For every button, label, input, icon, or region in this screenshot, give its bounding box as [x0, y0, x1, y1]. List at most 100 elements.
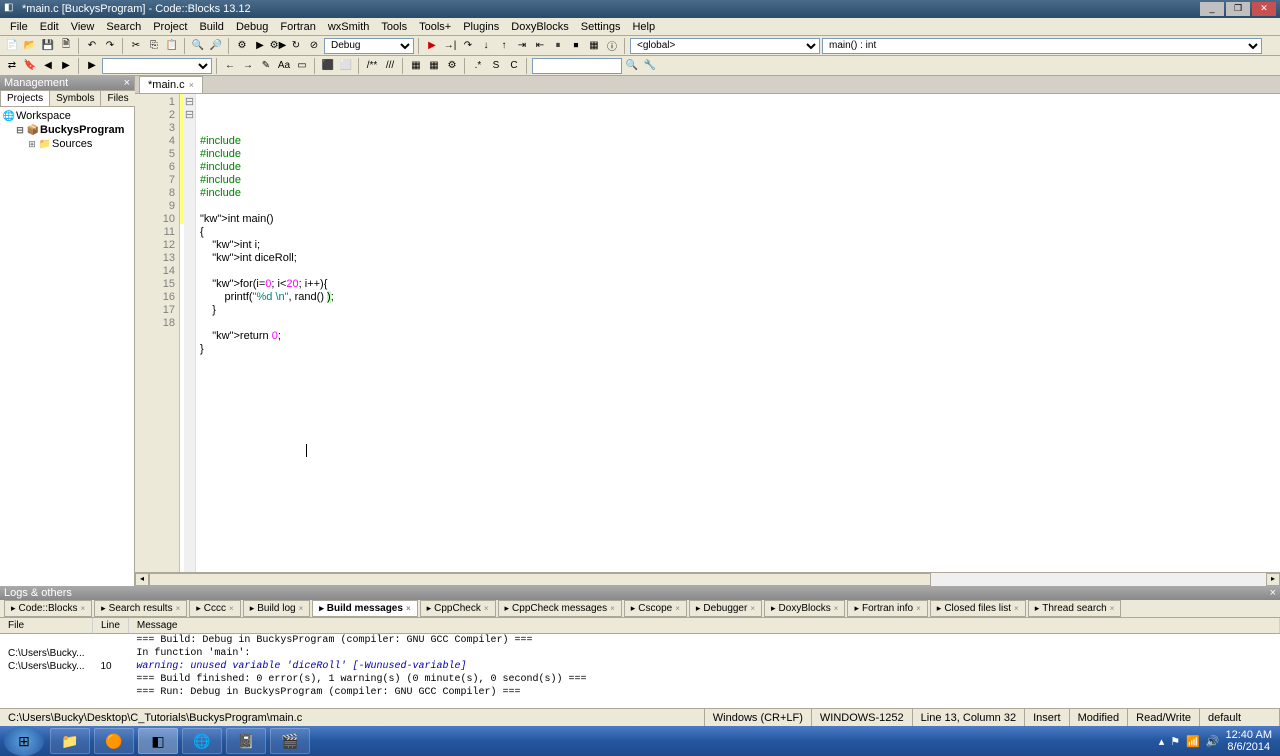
paste-button[interactable]: 📋	[164, 38, 180, 54]
menu-edit[interactable]: Edit	[34, 19, 65, 35]
menu-fortran[interactable]: Fortran	[274, 19, 321, 35]
log-col-file[interactable]: File	[0, 618, 93, 634]
menu-plugins[interactable]: Plugins	[457, 19, 505, 35]
taskbar-mediaplayer[interactable]: 🟠	[94, 728, 134, 754]
log-tab-buildmessages[interactable]: ▸Build messages×	[312, 600, 417, 617]
code-editor[interactable]: 123456789101112131415161718 ⊟⊟ #include …	[135, 94, 1280, 572]
tree-workspace[interactable]: 🌐 Workspace	[2, 109, 132, 123]
menu-build[interactable]: Build	[193, 19, 229, 35]
function-dropdown[interactable]: main() : int	[822, 38, 1262, 54]
system-tray[interactable]: ▴ ⚑ 📶 🔊 12:40 AM 8/6/2014	[1151, 729, 1280, 753]
menu-file[interactable]: File	[4, 19, 34, 35]
build-messages-panel[interactable]: FileLineMessage === Build: Debug in Buck…	[0, 618, 1280, 708]
log-tab-close-icon[interactable]: ×	[750, 604, 755, 613]
log-tab-close-icon[interactable]: ×	[1110, 604, 1115, 613]
start-button[interactable]: ⊞	[4, 726, 44, 756]
abort-button[interactable]: ⊘	[306, 38, 322, 54]
taskbar-camtasia[interactable]: 🎬	[270, 728, 310, 754]
log-tab-close-icon[interactable]: ×	[1014, 604, 1019, 613]
menu-view[interactable]: View	[65, 19, 101, 35]
log-tab-debugger[interactable]: ▸Debugger×	[689, 600, 762, 617]
scope-dropdown[interactable]: <global>	[630, 38, 820, 54]
new-file-button[interactable]: 📄	[4, 38, 20, 54]
nav-back-button[interactable]: ←	[222, 58, 238, 74]
tray-clock[interactable]: 12:40 AM 8/6/2014	[1226, 729, 1272, 753]
log-tab-close-icon[interactable]: ×	[675, 604, 680, 613]
bookmark-prev-button[interactable]: ◀	[40, 58, 56, 74]
save-button[interactable]: 💾	[40, 38, 56, 54]
horizontal-scrollbar[interactable]: ◂ ▸	[135, 572, 1280, 586]
log-tab-closedfileslist[interactable]: ▸Closed files list×	[930, 600, 1026, 617]
word-button[interactable]: C	[506, 58, 522, 74]
regex-button[interactable]: .*	[470, 58, 486, 74]
menu-tools[interactable]: Tools	[375, 19, 413, 35]
expand-icon[interactable]: ⊞	[26, 139, 38, 150]
log-tab-close-icon[interactable]: ×	[406, 604, 411, 613]
debug-next-instr-button[interactable]: ⇥	[514, 38, 530, 54]
maximize-button[interactable]: ❐	[1226, 2, 1250, 16]
case-button[interactable]: S	[488, 58, 504, 74]
menu-help[interactable]: Help	[626, 19, 661, 35]
log-tab-close-icon[interactable]: ×	[299, 604, 304, 613]
redo-button[interactable]: ↷	[102, 38, 118, 54]
code-content[interactable]: #include #include #include #include #inc…	[196, 94, 1280, 572]
cut-button[interactable]: ✂	[128, 38, 144, 54]
tray-network-icon[interactable]: 📶	[1186, 735, 1200, 748]
close-button[interactable]: ✕	[1252, 2, 1276, 16]
copy-button[interactable]: ⎘	[146, 38, 162, 54]
debug-step-into-button[interactable]: ↓	[478, 38, 494, 54]
taskbar-explorer[interactable]: 📁	[50, 728, 90, 754]
log-tab-buildlog[interactable]: ▸Build log×	[243, 600, 311, 617]
bookmark-next-button[interactable]: ▶	[58, 58, 74, 74]
editor-tab-main-c[interactable]: *main.c ×	[139, 76, 203, 93]
debug-break-button[interactable]: ⏸	[550, 38, 566, 54]
replace-button[interactable]: 🔎	[208, 38, 224, 54]
debug-start-button[interactable]: ▶	[424, 38, 440, 54]
logs-close-icon[interactable]: ×	[1270, 587, 1276, 599]
tray-up-icon[interactable]: ▴	[1159, 735, 1165, 748]
log-tab-close-icon[interactable]: ×	[834, 604, 839, 613]
tree-sources[interactable]: ⊞ 📁 Sources	[2, 137, 132, 151]
project-tree[interactable]: 🌐 Workspace ⊟ 📦 BuckysProgram ⊞ 📁 Source…	[0, 107, 134, 586]
taskbar-codeblocks[interactable]: ◧	[138, 728, 178, 754]
menu-wxsmith[interactable]: wxSmith	[322, 19, 376, 35]
script-dropdown[interactable]	[102, 58, 212, 74]
debug-step-out-button[interactable]: ↑	[496, 38, 512, 54]
log-tab-close-icon[interactable]: ×	[610, 604, 615, 613]
tray-sound-icon[interactable]: 🔊	[1206, 735, 1220, 748]
last-change-button[interactable]: ✎	[258, 58, 274, 74]
menu-tools[interactable]: Tools+	[413, 19, 457, 35]
search-go-button[interactable]: 🔍	[624, 58, 640, 74]
log-row[interactable]: C:\Users\Bucky...10warning: unused varia…	[0, 660, 1280, 673]
log-tab-close-icon[interactable]: ×	[80, 604, 85, 613]
menu-project[interactable]: Project	[147, 19, 193, 35]
sidebar-tab-files[interactable]: Files	[100, 90, 135, 106]
doxy-block-button[interactable]: /**	[364, 58, 380, 74]
fold-column[interactable]: ⊟⊟	[184, 94, 196, 572]
doxy-chm-button[interactable]: ▦	[426, 58, 442, 74]
log-tab-close-icon[interactable]: ×	[484, 604, 489, 613]
tray-flag-icon[interactable]: ⚑	[1170, 735, 1180, 748]
scroll-right-button[interactable]: ▸	[1266, 573, 1280, 586]
log-tab-close-icon[interactable]: ×	[916, 604, 921, 613]
tree-project[interactable]: ⊟ 📦 BuckysProgram	[2, 123, 132, 137]
search-options-button[interactable]: 🔧	[642, 58, 658, 74]
log-tab-close-icon[interactable]: ×	[176, 604, 181, 613]
build-target-dropdown[interactable]: Debug	[324, 38, 414, 54]
scroll-thumb[interactable]	[149, 573, 931, 586]
save-all-button[interactable]: 🗎	[58, 38, 74, 54]
debug-run-cursor-button[interactable]: →|	[442, 38, 458, 54]
minimize-button[interactable]: _	[1200, 2, 1224, 16]
toggle-source-header-button[interactable]: ⇄	[4, 58, 20, 74]
log-tab-close-icon[interactable]: ×	[229, 604, 234, 613]
log-row[interactable]: === Run: Debug in BuckysProgram (compile…	[0, 686, 1280, 699]
menu-settings[interactable]: Settings	[575, 19, 627, 35]
tab-close-icon[interactable]: ×	[189, 80, 194, 90]
doxy-wizard-button[interactable]: ⬛	[320, 58, 336, 74]
log-row[interactable]: === Build: Debug in BuckysProgram (compi…	[0, 634, 1280, 648]
taskbar-chrome[interactable]: 🌐	[182, 728, 222, 754]
run-script-button[interactable]: ▶	[84, 58, 100, 74]
sidebar-tab-projects[interactable]: Projects	[0, 90, 50, 106]
sidebar-tab-symbols[interactable]: Symbols	[49, 90, 101, 106]
search-input[interactable]	[532, 58, 622, 74]
